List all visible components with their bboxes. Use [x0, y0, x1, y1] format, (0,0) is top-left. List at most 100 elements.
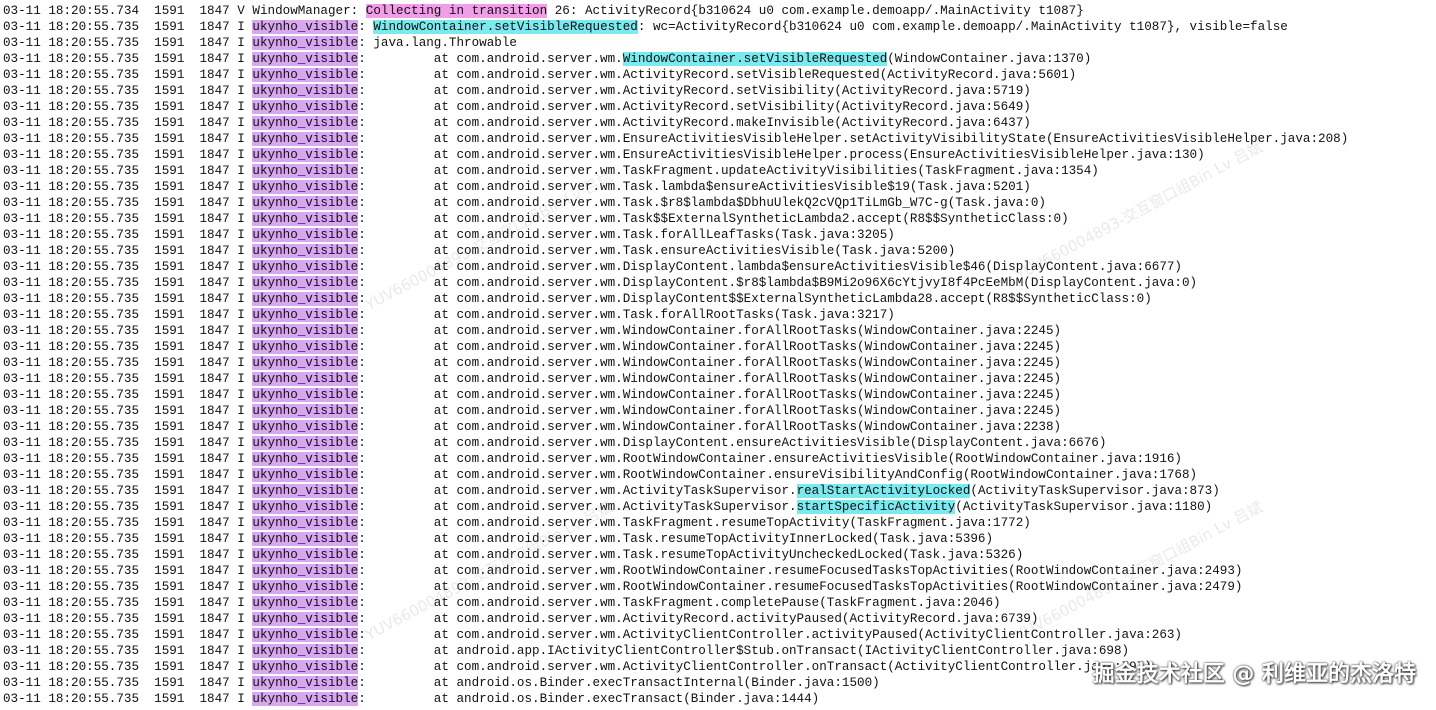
log-separator: :: [358, 196, 434, 210]
log-separator: :: [358, 132, 434, 146]
log-line-header: 03-11 18:20:55.735 1591 1847 I: [3, 548, 253, 562]
log-tag: ukynho_visible: [252, 516, 359, 530]
log-line: 03-11 18:20:55.735 1591 1847 I ukynho_vi…: [3, 499, 1435, 515]
log-highlight: WindowContainer.setVisibleRequested: [373, 20, 638, 34]
log-message: at com.android.server.wm.Task.ensureActi…: [433, 244, 956, 258]
log-message: at com.android.server.wm.Task.resumeTopA…: [433, 532, 994, 546]
log-message: at com.android.server.wm.ActivityTaskSup…: [433, 500, 797, 514]
log-line: 03-11 18:20:55.735 1591 1847 I ukynho_vi…: [3, 355, 1435, 371]
log-tag: ukynho_visible: [252, 148, 359, 162]
log-tag: ukynho_visible: [252, 180, 359, 194]
log-separator: :: [358, 420, 434, 434]
log-line: 03-11 18:20:55.735 1591 1847 I ukynho_vi…: [3, 627, 1435, 643]
log-line-header: 03-11 18:20:55.735 1591 1847 I: [3, 84, 253, 98]
log-line: 03-11 18:20:55.735 1591 1847 I ukynho_vi…: [3, 163, 1435, 179]
log-line: 03-11 18:20:55.735 1591 1847 I ukynho_vi…: [3, 371, 1435, 387]
log-separator: :: [358, 228, 434, 242]
log-tag: ukynho_visible: [252, 660, 359, 674]
log-message: java.lang.Throwable: [373, 36, 517, 50]
log-separator: :: [358, 372, 434, 386]
log-tag: ukynho_visible: [252, 500, 359, 514]
log-tag: ukynho_visible: [252, 372, 359, 386]
log-line-header: 03-11 18:20:55.735 1591 1847 I: [3, 532, 253, 546]
log-message: at com.android.server.wm.Task.forAllLeaf…: [433, 228, 895, 242]
log-separator: :: [358, 436, 434, 450]
log-tag: ukynho_visible: [252, 532, 359, 546]
log-line-header: 03-11 18:20:55.735 1591 1847 I: [3, 484, 253, 498]
log-tag: ukynho_visible: [252, 692, 359, 706]
log-view: 03-11 18:20:55.734 1591 1847 V WindowMan…: [3, 3, 1435, 707]
log-tag: ukynho_visible: [252, 84, 359, 98]
log-line: 03-11 18:20:55.735 1591 1847 I ukynho_vi…: [3, 179, 1435, 195]
log-tag: ukynho_visible: [252, 564, 359, 578]
log-message: at com.android.server.wm.ActivityRecord.…: [433, 612, 1039, 626]
log-line: 03-11 18:20:55.735 1591 1847 I ukynho_vi…: [3, 435, 1435, 451]
log-separator: :: [358, 292, 434, 306]
log-tag: ukynho_visible: [252, 356, 359, 370]
log-line: 03-11 18:20:55.735 1591 1847 I ukynho_vi…: [3, 115, 1435, 131]
log-message: at android.os.Binder.execTransactInterna…: [433, 676, 880, 690]
log-message: (WindowContainer.java:1370): [887, 52, 1092, 66]
log-separator: :: [358, 100, 434, 114]
log-line-header: 03-11 18:20:55.735 1591 1847 I: [3, 564, 253, 578]
log-tag: ukynho_visible: [252, 580, 359, 594]
log-tag: ukynho_visible: [252, 548, 359, 562]
log-message: at com.android.server.wm.Task.resumeTopA…: [433, 548, 1024, 562]
log-message: at com.android.server.wm.WindowContainer…: [433, 324, 1062, 338]
log-line-header: 03-11 18:20:55.735 1591 1847 I: [3, 596, 253, 610]
log-line-header: 03-11 18:20:55.735 1591 1847 I: [3, 100, 253, 114]
log-tag: ukynho_visible: [252, 244, 359, 258]
log-line-header: 03-11 18:20:55.735 1591 1847 I: [3, 148, 253, 162]
log-separator: :: [358, 692, 434, 706]
log-line: 03-11 18:20:55.735 1591 1847 I ukynho_vi…: [3, 691, 1435, 707]
log-separator: :: [358, 532, 434, 546]
log-line-header: 03-11 18:20:55.735 1591 1847 I: [3, 20, 253, 34]
log-line-header: 03-11 18:20:55.735 1591 1847 I: [3, 580, 253, 594]
log-message: at com.android.server.wm.Task.$r8$lambda…: [433, 196, 1046, 210]
log-separator: :: [358, 52, 434, 66]
log-line-header: 03-11 18:20:55.735 1591 1847 I: [3, 420, 253, 434]
log-message: at android.os.Binder.execTransact(Binder…: [433, 692, 820, 706]
log-line: 03-11 18:20:55.735 1591 1847 I ukynho_vi…: [3, 323, 1435, 339]
log-message: 26: ActivityRecord{b310624 u0 com.exampl…: [547, 4, 1084, 18]
log-line-header: 03-11 18:20:55.735 1591 1847 I: [3, 404, 253, 418]
log-separator: :: [358, 548, 434, 562]
log-separator: :: [358, 244, 434, 258]
log-separator: :: [358, 660, 434, 674]
log-line-header: 03-11 18:20:55.735 1591 1847 I: [3, 276, 253, 290]
log-separator: :: [358, 468, 434, 482]
log-message: at com.android.server.wm.ActivityRecord.…: [433, 116, 1031, 130]
log-line-header: 03-11 18:20:55.735 1591 1847 I: [3, 324, 253, 338]
log-message: at com.android.server.wm.WindowContainer…: [433, 340, 1062, 354]
log-message: at com.android.server.wm.Task.forAllRoot…: [433, 308, 895, 322]
log-highlight: WindowContainer.setVisibleRequested: [622, 52, 888, 66]
log-separator: :: [358, 340, 434, 354]
log-message: at com.android.server.wm.WindowContainer…: [433, 388, 1062, 402]
log-line: 03-11 18:20:55.735 1591 1847 I ukynho_vi…: [3, 35, 1435, 51]
log-separator: :: [358, 580, 434, 594]
log-line: 03-11 18:20:55.735 1591 1847 I ukynho_vi…: [3, 227, 1435, 243]
log-message: at com.android.server.wm.: [433, 52, 623, 66]
log-message: at com.android.server.wm.RootWindowConta…: [433, 580, 1243, 594]
log-tag: ukynho_visible: [252, 164, 359, 178]
log-highlight: startSpecificActivity: [796, 500, 956, 514]
log-line-header: 03-11 18:20:55.735 1591 1847 I: [3, 468, 253, 482]
log-line: 03-11 18:20:55.735 1591 1847 I ukynho_vi…: [3, 211, 1435, 227]
log-line-header: 03-11 18:20:55.735 1591 1847 I: [3, 660, 253, 674]
log-line-header: 03-11 18:20:55.735 1591 1847 I: [3, 676, 253, 690]
log-tag: ukynho_visible: [252, 100, 359, 114]
log-message: at com.android.server.wm.DisplayContent.…: [433, 260, 1182, 274]
log-separator: :: [358, 308, 434, 322]
log-message: at com.android.server.wm.RootWindowConta…: [433, 452, 1182, 466]
log-separator: :: [358, 116, 434, 130]
log-line: 03-11 18:20:55.735 1591 1847 I ukynho_vi…: [3, 99, 1435, 115]
log-message: at com.android.server.wm.EnsureActivitie…: [433, 132, 1349, 146]
log-line-header: 03-11 18:20:55.735 1591 1847 I: [3, 644, 253, 658]
log-line-header: 03-11 18:20:55.735 1591 1847 I: [3, 308, 253, 322]
site-credit: 掘金技术社区 @ 利维亚的杰洛特: [1092, 662, 1416, 687]
log-tag: ukynho_visible: [252, 676, 359, 690]
log-line: 03-11 18:20:55.735 1591 1847 I ukynho_vi…: [3, 563, 1435, 579]
log-highlight: Collecting in transition: [365, 4, 548, 18]
log-line-header: 03-11 18:20:55.735 1591 1847 I: [3, 372, 253, 386]
log-tag: ukynho_visible: [252, 340, 359, 354]
